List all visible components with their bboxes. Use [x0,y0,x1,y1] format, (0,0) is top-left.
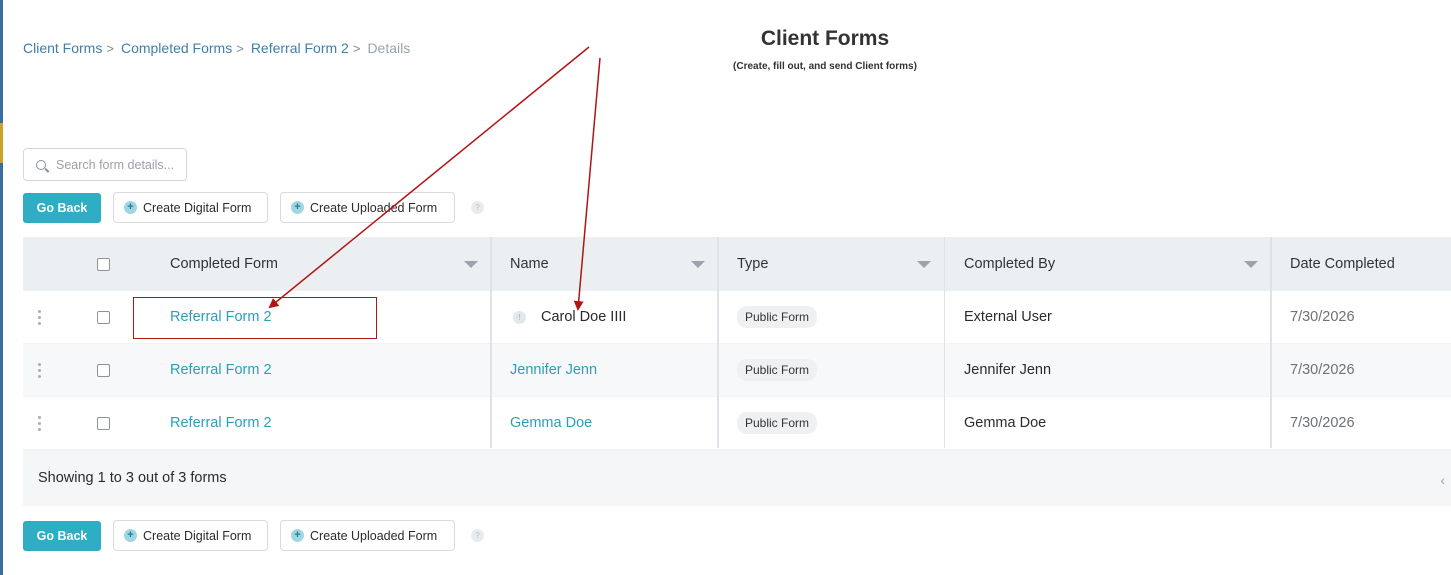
sort-icon[interactable] [1244,261,1258,268]
row-checkbox[interactable] [97,363,110,377]
completed-form-link[interactable]: Referral Form 2 [170,397,272,449]
column-divider [717,237,719,448]
go-back-button[interactable]: Go Back [23,520,101,551]
page-subtitle: (Create, fill out, and send Client forms… [733,61,917,72]
create-uploaded-form-button[interactable]: + Create Uploaded Form [280,192,455,223]
plus-icon: + [124,201,137,214]
create-digital-form-label: Create Digital Form [143,528,252,543]
column-divider [1270,237,1272,448]
type-cell: Public Form [737,291,818,343]
chevron-left-icon[interactable]: ‹ [1440,472,1445,488]
info-icon: ! [513,310,526,324]
client-name-link[interactable]: Gemma Doe [510,397,592,449]
breadcrumb-separator: > [236,40,244,56]
type-badge: Public Form [737,306,818,328]
kebab-icon[interactable] [38,291,41,343]
go-back-button[interactable]: Go Back [23,192,101,223]
row-checkbox[interactable] [97,416,110,430]
search-box[interactable] [23,148,187,181]
help-icon[interactable]: ? [471,529,484,542]
table-row: Referral Form 2 Gemma Doe Public Form Ge… [23,397,1451,450]
page-title: Client Forms [760,27,890,50]
column-header-date-completed[interactable]: Date Completed [1290,237,1395,291]
type-cell: Public Form [737,344,818,396]
plus-icon: + [291,201,304,214]
table-header: Completed Form Name Type Completed By Da… [23,237,1451,291]
completed-form-link[interactable]: Referral Form 2 [170,291,272,343]
type-cell: Public Form [737,397,818,449]
column-header-name[interactable]: Name [510,237,549,291]
kebab-icon[interactable] [38,397,41,449]
completed-by: External User [964,309,1052,325]
completed-by: Gemma Doe [964,415,1047,431]
date-completed: 7/30/2026 [1290,415,1355,431]
column-header-type[interactable]: Type [737,237,768,291]
help-icon[interactable]: ? [471,201,484,214]
column-header-completed-by[interactable]: Completed By [964,237,1055,291]
column-header-completed-form[interactable]: Completed Form [170,237,278,291]
column-divider [944,237,945,448]
create-uploaded-form-label: Create Uploaded Form [310,528,438,543]
table-row: Referral Form 2 ! Carol Doe IIII Public … [23,291,1451,344]
toolbar-bottom: Go Back + Create Digital Form + Create U… [23,520,484,551]
row-select-cell [97,291,110,343]
breadcrumb-separator: > [106,40,114,56]
plus-icon: + [291,529,304,542]
client-name: Carol Doe IIII [541,309,627,325]
kebab-icon[interactable] [38,344,41,396]
breadcrumb-current: Details [367,40,411,56]
create-digital-form-button[interactable]: + Create Digital Form [113,520,268,551]
create-uploaded-form-label: Create Uploaded Form [310,200,438,215]
row-checkbox[interactable] [97,310,110,324]
row-select-cell [97,397,110,449]
column-divider [490,237,492,448]
table-footer: Showing 1 to 3 out of 3 forms ‹ [23,450,1451,506]
sort-icon[interactable] [917,261,931,268]
type-badge: Public Form [737,412,818,434]
breadcrumb-separator: > [352,40,361,56]
toolbar-top: Go Back + Create Digital Form + Create U… [23,192,484,223]
plus-icon: + [124,529,137,542]
row-select-cell [97,344,110,396]
select-all-cell [97,237,110,291]
create-digital-form-button[interactable]: + Create Digital Form [113,192,268,223]
breadcrumb-completed-forms[interactable]: Completed Forms [121,40,232,56]
search-input[interactable] [56,157,181,172]
breadcrumb-referral-form[interactable]: Referral Form 2 [251,40,349,56]
create-digital-form-label: Create Digital Form [143,200,252,215]
search-icon [36,159,46,170]
left-edge-marker [0,123,3,163]
client-name-link[interactable]: Jennifer Jenn [510,344,597,396]
breadcrumb-client-forms[interactable]: Client Forms [23,40,102,56]
name-cell: ! Carol Doe IIII [513,291,626,343]
sort-icon[interactable] [691,261,705,268]
left-edge-bar [0,0,3,575]
date-completed: 7/30/2026 [1290,309,1355,325]
pagination-summary: Showing 1 to 3 out of 3 forms [38,470,227,486]
breadcrumb: Client Forms > Completed Forms > Referra… [23,40,410,56]
completed-by: Jennifer Jenn [964,362,1052,378]
completed-forms-table: Completed Form Name Type Completed By Da… [23,237,1451,506]
completed-form-link[interactable]: Referral Form 2 [170,344,272,396]
table-row: Referral Form 2 Jennifer Jenn Public For… [23,344,1451,397]
sort-icon[interactable] [464,261,478,268]
create-uploaded-form-button[interactable]: + Create Uploaded Form [280,520,455,551]
select-all-checkbox[interactable] [97,257,110,271]
type-badge: Public Form [737,359,818,381]
date-completed: 7/30/2026 [1290,362,1355,378]
